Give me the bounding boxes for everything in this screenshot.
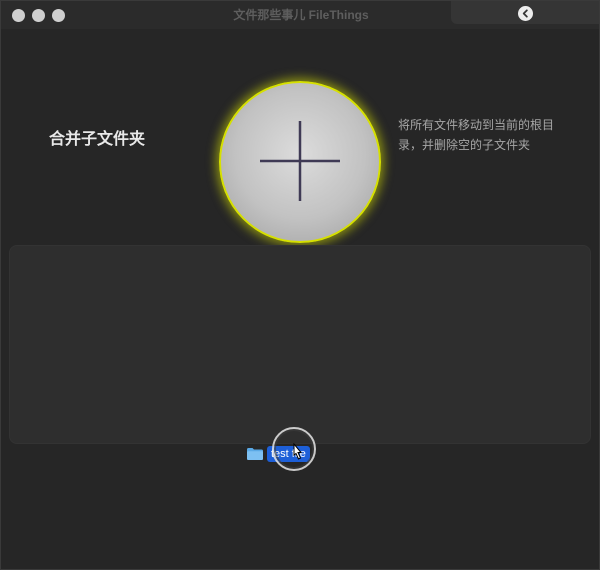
folder-icon bbox=[247, 448, 263, 460]
main-content: 合并子文件夹 将所有文件移动到当前的根目录，并删除空的子文件夹 test fil… bbox=[1, 29, 599, 569]
mode-label: 合并子文件夹 bbox=[49, 129, 146, 148]
title-bar[interactable]: 文件那些事儿 FileThings bbox=[1, 1, 599, 29]
pointer-cursor-icon bbox=[293, 443, 303, 460]
chevron-left-icon bbox=[522, 9, 528, 18]
plus-icon bbox=[260, 121, 340, 201]
drop-target-button[interactable] bbox=[219, 81, 381, 243]
back-button[interactable] bbox=[518, 6, 533, 21]
mode-description: 将所有文件移动到当前的根目录，并删除空的子文件夹 bbox=[398, 118, 555, 152]
file-drop-area[interactable] bbox=[9, 245, 591, 444]
app-window: 文件那些事儿 FileThings 合并子文件夹 将所有文件移动到当前的根目录，… bbox=[0, 0, 600, 570]
